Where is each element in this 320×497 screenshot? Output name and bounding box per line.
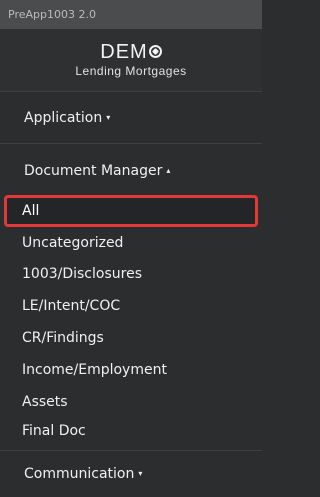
doc-item-final-doc[interactable]: Final Doc [22, 419, 258, 444]
doc-item-1003-disclosures[interactable]: 1003/Disclosures [22, 262, 258, 287]
logo-subtitle: Lending Mortgages [75, 64, 187, 78]
caret-down-icon: ▾ [106, 113, 111, 122]
doc-item-label: Uncategorized [22, 235, 124, 251]
nav-application[interactable]: Application ▾ [0, 92, 262, 144]
doc-item-assets[interactable]: Assets [22, 390, 258, 415]
caret-up-icon: ▴ [166, 166, 171, 175]
doc-item-label: Assets [22, 394, 68, 410]
logo-main-text: DEM [100, 41, 148, 63]
window-title: PreApp1003 2.0 [0, 0, 262, 29]
doc-item-all[interactable]: All [4, 195, 258, 227]
caret-down-icon: ▾ [138, 469, 143, 478]
doc-item-label: LE/Intent/COC [22, 298, 121, 314]
app-logo: DEM Lending Mortgages [0, 29, 262, 92]
doc-item-label: Final Doc [22, 423, 86, 439]
nav-document-manager-label: Document Manager [24, 163, 163, 179]
doc-item-label: 1003/Disclosures [22, 266, 142, 282]
doc-item-income-employment[interactable]: Income/Employment [22, 358, 258, 383]
doc-item-uncategorized[interactable]: Uncategorized [22, 231, 258, 256]
nav-communication-label: Communication [24, 466, 135, 482]
nav-application-label: Application [24, 110, 103, 126]
doc-item-cr-findings[interactable]: CR/Findings [22, 326, 258, 351]
doc-item-le-intent-coc[interactable]: LE/Intent/COC [22, 294, 258, 319]
logo-title: DEM [0, 41, 262, 63]
logo-badge-icon [148, 45, 162, 58]
nav-communication[interactable]: Communication ▾ [0, 450, 262, 496]
nav-document-manager[interactable]: Document Manager ▴ [0, 148, 262, 194]
doc-item-label: All [22, 203, 40, 219]
doc-item-label: CR/Findings [22, 330, 104, 346]
doc-item-label: Income/Employment [22, 362, 167, 378]
